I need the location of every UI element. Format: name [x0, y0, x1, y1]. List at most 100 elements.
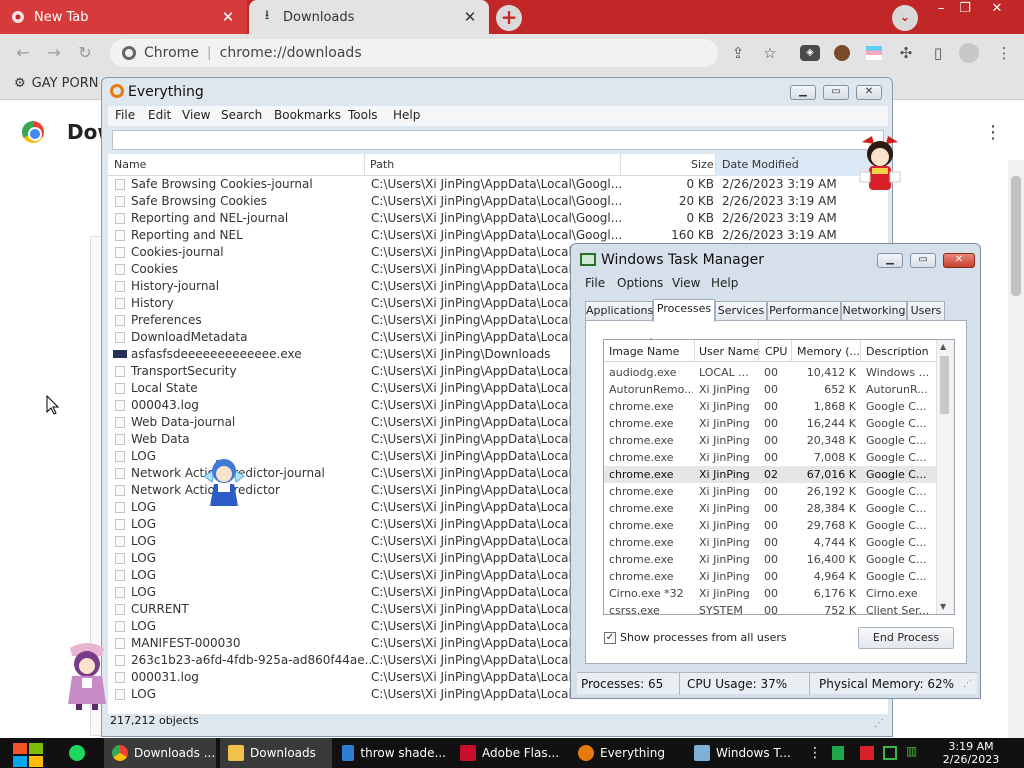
close-tab-icon[interactable]: ✕ — [461, 8, 479, 26]
column-divider[interactable] — [715, 154, 716, 176]
maximize-button[interactable]: ▭ — [910, 253, 936, 268]
tab-users[interactable]: Users — [907, 301, 945, 321]
column-user-name[interactable]: User Name — [699, 345, 760, 358]
column-divider[interactable] — [620, 154, 621, 176]
ublock-extension-icon[interactable]: ◈ — [800, 45, 820, 61]
tray-app-icon[interactable] — [832, 746, 844, 760]
column-path[interactable]: Path — [370, 158, 394, 171]
scroll-up-icon[interactable]: ▲ — [940, 342, 946, 351]
new-tab-button[interactable]: + — [496, 5, 522, 31]
column-image-name[interactable]: Image Name — [609, 345, 679, 358]
tab-processes[interactable]: Processes — [653, 299, 715, 322]
tray-flag-icon[interactable] — [860, 746, 874, 760]
taskbar-button[interactable]: Everything — [570, 738, 682, 768]
reload-icon[interactable]: ↻ — [74, 42, 96, 64]
table-row[interactable]: chrome.exe Xi JinPing 00 1,868 K Google C... — [604, 398, 936, 415]
column-description[interactable]: Description — [866, 345, 929, 358]
column-divider[interactable] — [791, 340, 792, 362]
search-input[interactable] — [112, 130, 884, 150]
taskbar-clock[interactable]: 3:19 AM 2/26/2023 — [936, 740, 1006, 766]
process-table[interactable]: ⌃ Image Name User Name CPU Memory (... D… — [603, 337, 955, 617]
taskbar-button[interactable]: Downloads — [220, 738, 332, 768]
checkbox-check-icon[interactable]: ✓ — [604, 631, 616, 644]
tab-networking[interactable]: Networking — [841, 301, 907, 321]
list-item[interactable]: Reporting and NEL C:\Users\Xi JinPing\App… — [108, 227, 888, 244]
start-button[interactable] — [10, 739, 44, 767]
tab-search-button[interactable]: ⌄ — [892, 5, 918, 31]
tab-downloads[interactable]: ⭳ Downloads ✕ — [249, 0, 489, 34]
table-row[interactable]: chrome.exe Xi JinPing 00 28,384 K Google C..… — [604, 500, 936, 517]
address-bar[interactable]: Chrome | chrome://downloads — [110, 39, 718, 67]
extensions-puzzle-icon[interactable]: ✣ — [896, 42, 916, 64]
restore-button[interactable]: ❐ — [948, 0, 982, 20]
list-item[interactable]: Reporting and NEL-journal C:\Users\Xi Jin… — [108, 210, 888, 227]
table-row[interactable]: audiodg.exe LOCAL ... 00 10,412 K Windows ..… — [604, 364, 936, 381]
more-options-icon[interactable]: ⋮ — [984, 122, 1002, 143]
scrollbar-thumb[interactable] — [1011, 176, 1021, 296]
column-size[interactable]: Size — [691, 158, 714, 171]
minimize-button[interactable]: ▁ — [877, 253, 903, 268]
show-all-users-checkbox[interactable]: ✓ Show processes from all users — [604, 631, 787, 644]
column-divider[interactable] — [860, 340, 861, 362]
table-row[interactable]: chrome.exe Xi JinPing 00 16,244 K Google C..… — [604, 415, 936, 432]
taskbar-button[interactable]: Downloads ... — [104, 738, 216, 768]
resize-grip-icon[interactable]: ⋰ — [874, 718, 884, 729]
table-row[interactable]: chrome.exe Xi JinPing 00 4,964 K Google C... — [604, 568, 936, 585]
column-divider[interactable] — [364, 154, 365, 176]
menu-view[interactable]: View — [182, 108, 210, 122]
list-item[interactable]: Safe Browsing Cookies-journal C:\Users\Xi… — [108, 176, 888, 193]
table-row[interactable]: csrss.exe SYSTEM 00 752 K Client Ser... — [604, 602, 936, 619]
bookmark-item[interactable]: ⚙ GAY PORN — [14, 76, 99, 91]
menu-bookmarks[interactable]: Bookmarks — [274, 108, 341, 122]
menu-options[interactable]: Options — [617, 276, 663, 290]
table-row[interactable]: chrome.exe Xi JinPing 00 7,008 K Google C... — [604, 449, 936, 466]
column-cpu[interactable]: CPU — [765, 345, 787, 358]
list-item[interactable]: Safe Browsing Cookies C:\Users\Xi JinPing… — [108, 193, 888, 210]
menu-help[interactable]: Help — [711, 276, 738, 290]
menu-file[interactable]: File — [585, 276, 605, 290]
maximize-button[interactable]: ▭ — [823, 85, 849, 100]
close-button[interactable]: ✕ — [856, 85, 882, 100]
tab-applications[interactable]: Applications — [585, 301, 653, 321]
table-row[interactable]: chrome.exe Xi JinPing 02 67,016 K Google C..… — [604, 466, 936, 483]
close-tab-icon[interactable]: ✕ — [219, 8, 237, 26]
flag-extension-icon[interactable] — [866, 46, 882, 60]
tab-performance[interactable]: Performance — [767, 301, 841, 321]
forward-icon[interactable]: → — [43, 42, 65, 64]
menu-search[interactable]: Search — [221, 108, 262, 122]
column-memory[interactable]: Memory (... — [797, 345, 860, 358]
table-row[interactable]: chrome.exe Xi JinPing 00 20,348 K Google C..… — [604, 432, 936, 449]
task-manager-tray-icon[interactable]: ▥ — [906, 744, 920, 760]
table-row[interactable]: Cirno.exe *32 Xi JinPing 00 6,176 K Cirno.ex… — [604, 585, 936, 602]
taskbar-button[interactable]: Adobe Flas... — [452, 738, 564, 768]
chrome-menu-icon[interactable]: ⋮ — [994, 42, 1014, 64]
resize-grip-icon[interactable]: ⋰ — [963, 679, 972, 689]
taskbar-button[interactable]: Windows T... — [686, 738, 798, 768]
network-tray-icon[interactable] — [883, 746, 897, 760]
bookmark-star-icon[interactable]: ☆ — [760, 42, 780, 64]
close-button[interactable]: ✕ — [943, 253, 975, 268]
menu-help[interactable]: Help — [393, 108, 420, 122]
everything-titlebar[interactable] — [102, 78, 892, 106]
close-window-button[interactable]: ✕ — [980, 0, 1014, 20]
share-icon[interactable]: ⇪ — [728, 42, 748, 64]
back-icon[interactable]: ← — [12, 42, 34, 64]
column-name[interactable]: Name — [114, 158, 146, 171]
menu-file[interactable]: File — [115, 108, 135, 122]
table-row[interactable]: chrome.exe Xi JinPing 00 29,768 K Google C..… — [604, 517, 936, 534]
scroll-down-icon[interactable]: ▼ — [940, 602, 946, 611]
table-row[interactable]: AutorunRemo... Xi JinPing 00 652 K AutorunR.… — [604, 381, 936, 398]
column-divider[interactable] — [758, 340, 759, 362]
tab-services[interactable]: Services — [715, 301, 767, 321]
menu-view[interactable]: View — [672, 276, 700, 290]
side-panel-icon[interactable]: ▯ — [928, 42, 948, 64]
table-row[interactable]: chrome.exe Xi JinPing 00 4,744 K Google C... — [604, 534, 936, 551]
minimize-button[interactable]: ▁ — [790, 85, 816, 100]
spotify-icon[interactable] — [69, 745, 85, 761]
scrollbar-thumb[interactable] — [940, 356, 949, 414]
tab-new-tab[interactable]: New Tab ✕ — [0, 0, 247, 34]
overflow-icon[interactable]: ⋮ — [808, 745, 822, 761]
column-date-modified[interactable]: Date Modified — [722, 158, 799, 171]
table-row[interactable]: chrome.exe Xi JinPing 00 16,400 K Google C..… — [604, 551, 936, 568]
table-row[interactable]: chrome.exe Xi JinPing 00 26,192 K Google C..… — [604, 483, 936, 500]
